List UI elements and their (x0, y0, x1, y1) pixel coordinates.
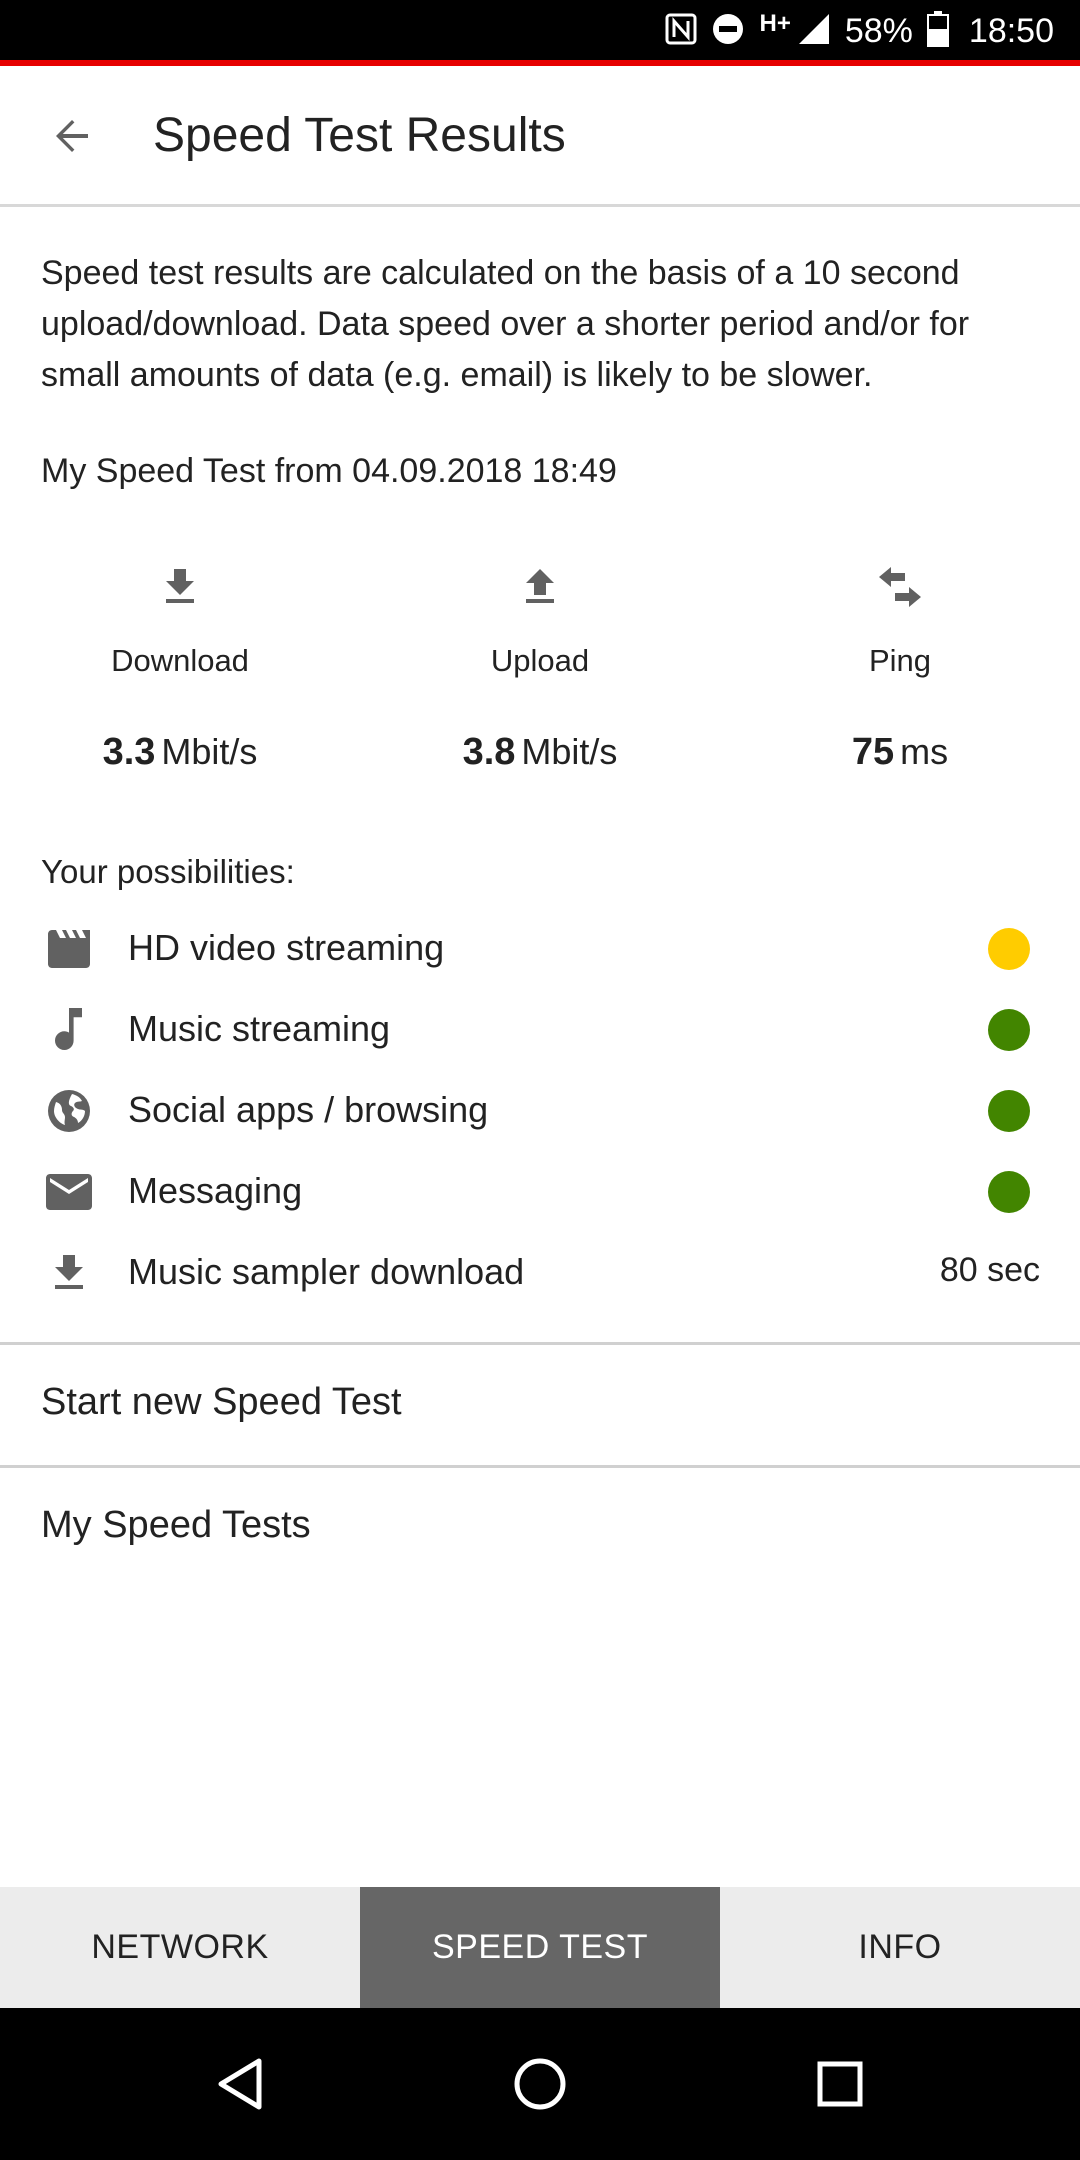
intro-text: Speed test results are calculated on the… (41, 254, 970, 394)
metric-label: Upload (490, 643, 590, 678)
possibilities-title: Your possibilities: (41, 853, 295, 890)
status-dot-green (988, 1090, 1030, 1132)
back-button[interactable] (40, 106, 104, 170)
metric-download: Download 3.3 Mbit/s (0, 558, 360, 774)
possibility-row: Messaging (0, 1151, 1080, 1232)
possibility-label: Messaging (128, 1170, 303, 1211)
possibility-row: Music streaming (0, 989, 1080, 1070)
possibility-row: Music sampler download 80 sec (0, 1232, 1080, 1313)
globe-icon (44, 1086, 94, 1136)
signal-icon (797, 12, 831, 51)
bottom-tabs: NETWORK SPEED TEST INFO (0, 1887, 1080, 2008)
movie-icon (44, 924, 94, 974)
menu-label: Start new Speed Test (41, 1381, 402, 1423)
status-time: 18:50 (968, 11, 1054, 50)
possibility-row: HD video streaming (0, 908, 1080, 989)
status-dot-green (988, 1171, 1030, 1213)
status-bar: H+ 58% 18:50 (0, 0, 1080, 62)
home-circle-icon[interactable] (500, 2044, 580, 2124)
tab-speed-test[interactable]: SPEED TEST (360, 1887, 720, 2008)
metric-ping: Ping 75 ms (720, 558, 1080, 774)
download-icon (0, 558, 360, 618)
music-note-icon (44, 1005, 94, 1055)
tab-info[interactable]: INFO (720, 1887, 1080, 2008)
start-new-speed-test-button[interactable]: Start new Speed Test (0, 1345, 1080, 1463)
arrow-back-icon (48, 112, 96, 165)
status-dot-green (988, 1009, 1030, 1051)
status-icons: H+ 58% 18:50 (665, 0, 1054, 62)
metric-label: Download (111, 643, 249, 678)
metric-label: Ping (868, 643, 932, 678)
metric-value: 75 ms (851, 731, 949, 773)
metric-value: 3.8 Mbit/s (462, 731, 618, 773)
tab-network[interactable]: NETWORK (0, 1887, 360, 2008)
possibility-label: Social apps / browsing (128, 1089, 489, 1130)
battery-icon (926, 10, 949, 52)
possibility-row: Social apps / browsing (0, 1070, 1080, 1151)
recents-square-icon[interactable] (800, 2044, 880, 2124)
battery-percent: 58% (844, 11, 913, 50)
do-not-disturb-icon (711, 12, 745, 51)
app-bar: Speed Test Results (0, 66, 1080, 207)
status-dot-yellow (988, 928, 1030, 970)
network-type: H+ (759, 10, 791, 37)
my-speed-tests-button[interactable]: My Speed Tests (0, 1468, 1080, 1586)
metric-upload: Upload 3.8 Mbit/s (360, 558, 720, 774)
download-icon (44, 1248, 94, 1298)
menu-label: My Speed Tests (41, 1504, 311, 1546)
page-title: Speed Test Results (153, 109, 566, 162)
possibility-label: Music sampler download (128, 1251, 525, 1292)
upload-icon (360, 558, 720, 618)
back-triangle-icon[interactable] (200, 2044, 280, 2124)
test-date: My Speed Test from 04.09.2018 18:49 (41, 452, 617, 490)
ping-arrows-icon (720, 558, 1080, 618)
mail-icon (44, 1167, 94, 1217)
nfc-icon (665, 13, 697, 50)
possibility-label: Music streaming (128, 1008, 391, 1049)
possibility-label: HD video streaming (128, 927, 445, 968)
possibility-value: 80 sec (939, 1251, 1040, 1289)
system-nav-bar (0, 2008, 1080, 2160)
metric-value: 3.3 Mbit/s (102, 731, 258, 773)
